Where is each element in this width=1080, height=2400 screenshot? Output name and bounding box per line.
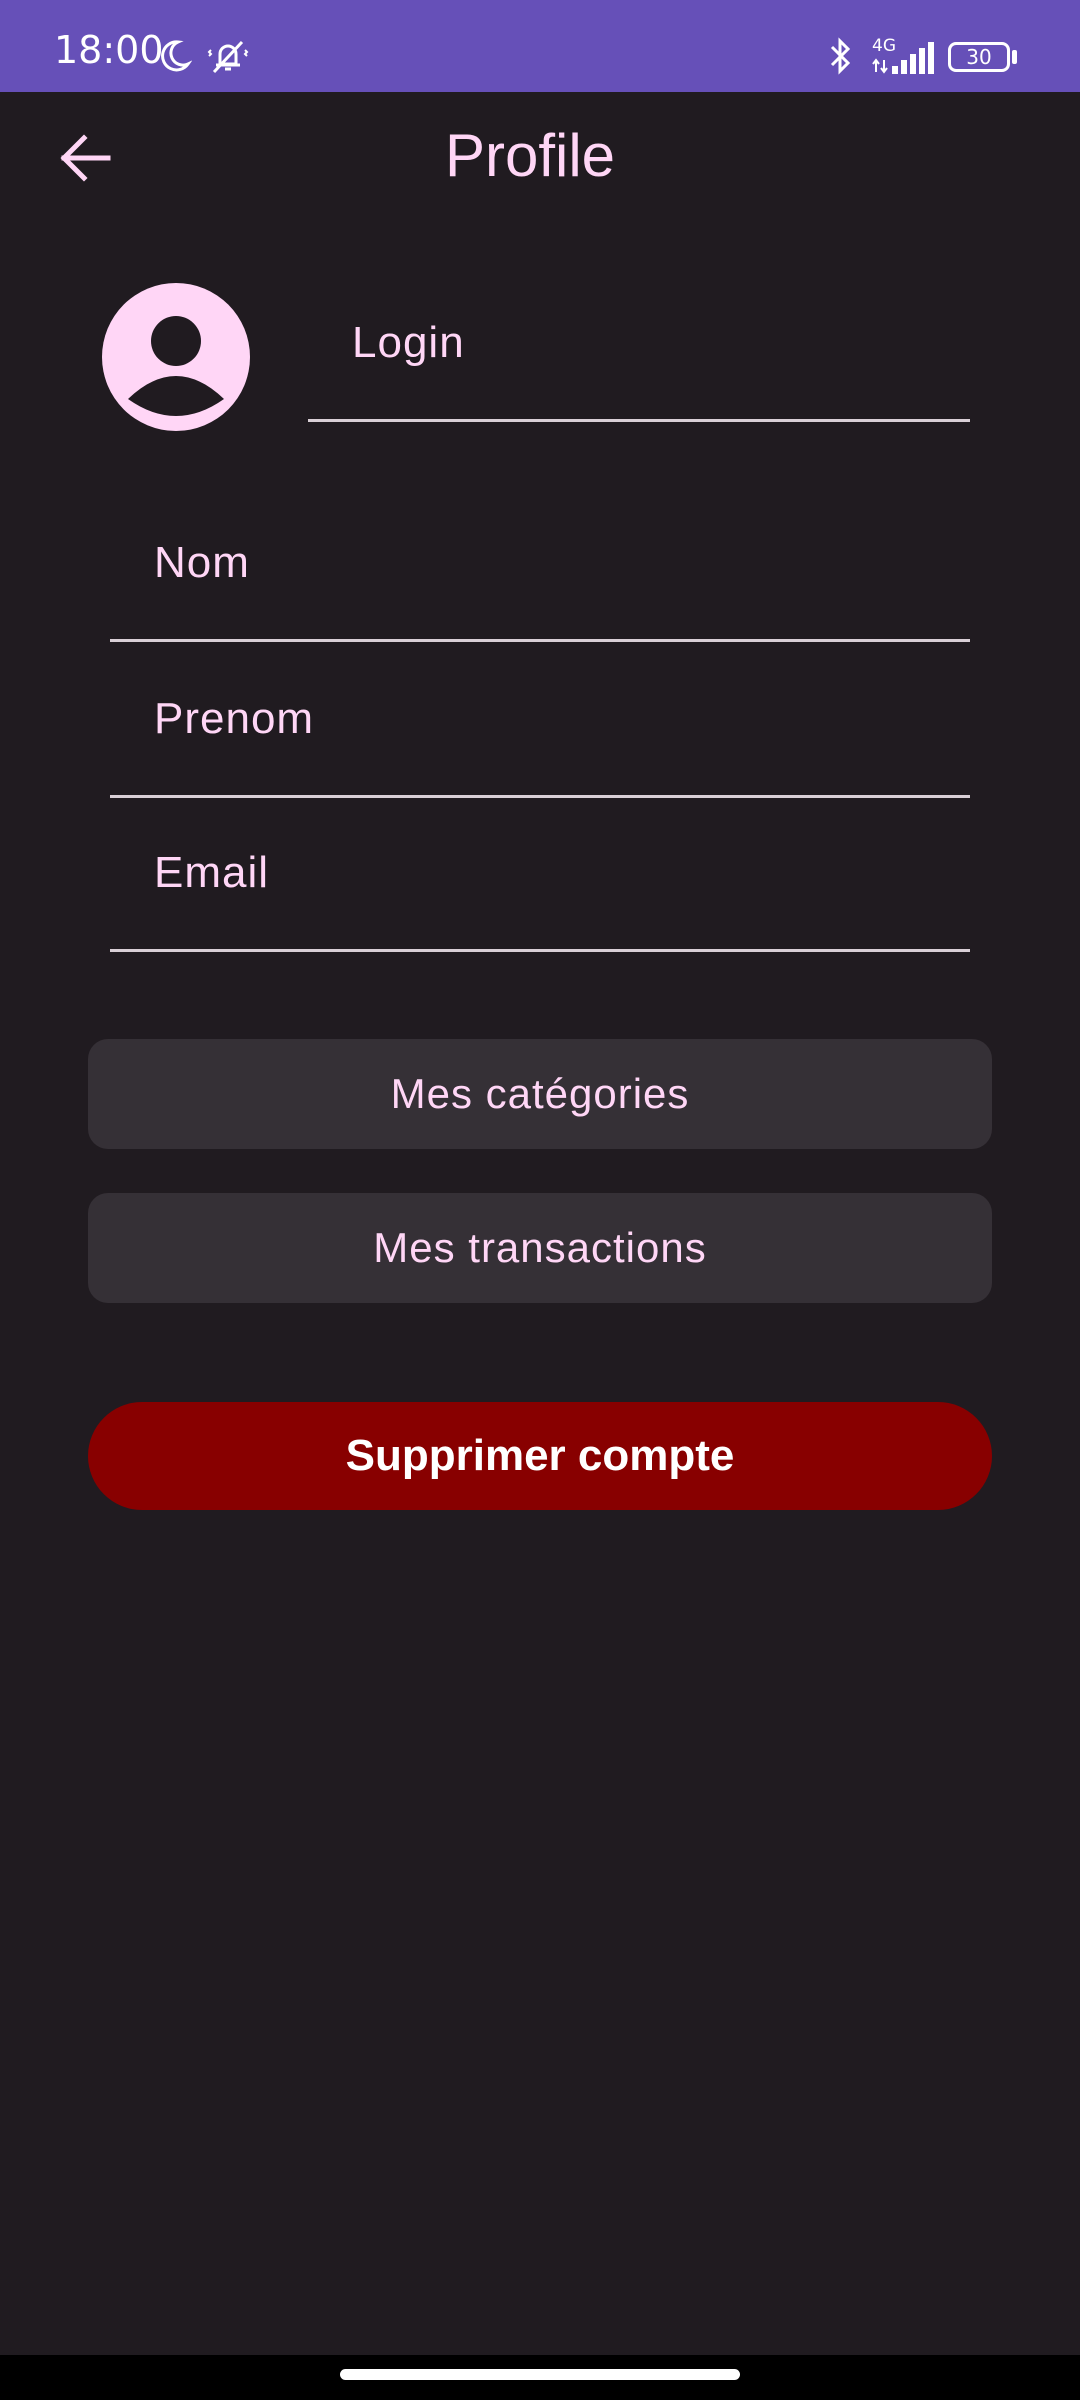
avatar[interactable] <box>102 283 250 431</box>
login-field[interactable]: Login <box>308 300 970 422</box>
signal-icon <box>872 42 934 74</box>
prenom-label: Prenom <box>154 694 315 743</box>
notifications-off-icon <box>207 40 249 74</box>
bluetooth-icon <box>830 37 851 75</box>
home-indicator[interactable] <box>340 2369 740 2380</box>
email-label: Email <box>154 848 270 897</box>
prenom-field[interactable]: Prenom <box>110 674 970 798</box>
battery-level: 30 <box>966 45 992 69</box>
status-time: 18:00 <box>54 28 164 72</box>
nom-field[interactable]: Nom <box>110 520 970 642</box>
my-transactions-button[interactable]: Mes transactions <box>88 1193 992 1303</box>
battery-icon: 30 <box>948 42 1010 72</box>
my-categories-button[interactable]: Mes catégories <box>88 1039 992 1149</box>
email-field[interactable]: Email <box>110 828 970 952</box>
nom-label: Nom <box>154 538 250 587</box>
account-circle-icon <box>102 283 250 431</box>
login-label: Login <box>352 318 465 367</box>
status-bar: 18:00 4G 30 <box>0 0 1080 92</box>
moon-icon <box>161 40 192 72</box>
page-title: Profile <box>444 122 616 189</box>
battery-tip <box>1012 50 1017 64</box>
delete-account-button[interactable]: Supprimer compte <box>88 1402 992 1510</box>
